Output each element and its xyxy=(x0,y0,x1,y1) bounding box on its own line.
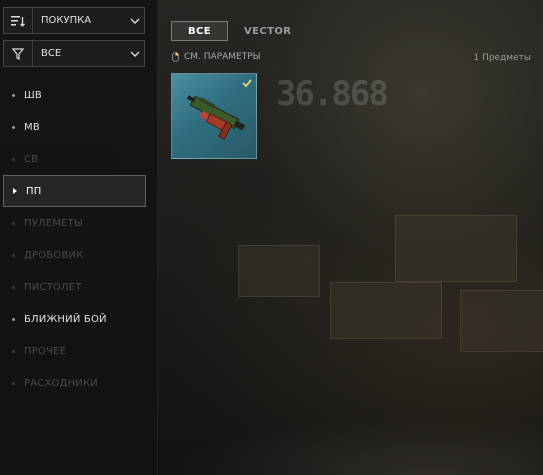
category-label: МВ xyxy=(24,121,40,133)
category-label: РАСХОДНИКИ xyxy=(24,377,98,389)
category-sidebar: ПОКУПКА ВСЕ ШВ МВ СВ ПП ПУЛЕМЕТЫ ДРОБОВИ… xyxy=(0,0,158,475)
category-item-shotgun: ДРОБОВИК xyxy=(3,239,146,271)
tab-all[interactable]: ВСЕ xyxy=(171,21,228,41)
background-crate xyxy=(460,290,543,352)
play-arrow-icon xyxy=(13,188,17,194)
view-params-label: СМ. ПАРАМЕТРЫ xyxy=(184,52,261,62)
background-crate xyxy=(330,282,442,339)
category-item-assault: СВ xyxy=(3,143,146,175)
category-item-consumables: РАСХОДНИКИ xyxy=(3,367,146,399)
chevron-down-icon xyxy=(126,18,144,24)
category-label: БЛИЖНИЙ БОЙ xyxy=(24,313,107,325)
chevron-down-icon xyxy=(126,51,144,57)
mouse-icon xyxy=(172,52,179,62)
bullet-dot-icon xyxy=(12,157,15,161)
category-item-melee[interactable]: БЛИЖНИЙ БОЙ xyxy=(3,303,146,335)
tab-vector[interactable]: VECTOR xyxy=(228,21,307,41)
bullet-dot-icon xyxy=(12,253,15,257)
category-item-marksman[interactable]: МВ xyxy=(3,111,146,143)
bullet-dot-icon xyxy=(12,93,15,97)
background-crate xyxy=(395,215,517,282)
filter-funnel-icon xyxy=(4,41,33,66)
purchase-dropdown[interactable]: ПОКУПКА xyxy=(3,7,145,34)
bullet-dot-icon xyxy=(12,317,15,321)
background-crate xyxy=(238,245,320,297)
category-label: СВ xyxy=(24,153,39,165)
background-rubble xyxy=(160,415,543,475)
category-label: ПИСТОЛЕТ xyxy=(24,281,82,293)
category-item-smg[interactable]: ПП xyxy=(3,175,146,207)
item-card-vector[interactable] xyxy=(171,73,257,159)
bullet-dot-icon xyxy=(12,381,15,385)
category-item-pistol: ПИСТОЛЕТ xyxy=(3,271,146,303)
filter-dropdown-label: ВСЕ xyxy=(41,48,62,59)
bullet-dot-icon xyxy=(12,285,15,289)
view-params-link[interactable]: СМ. ПАРАМЕТРЫ xyxy=(172,52,261,62)
filter-dropdown[interactable]: ВСЕ xyxy=(3,40,145,67)
category-label: ШВ xyxy=(24,89,42,101)
category-item-sniper[interactable]: ШВ xyxy=(3,79,146,111)
category-item-other: ПРОЧЕЕ xyxy=(3,335,146,367)
category-label: ПУЛЕМЕТЫ xyxy=(24,217,83,229)
category-label: ДРОБОВИК xyxy=(24,249,84,261)
purchase-dropdown-label: ПОКУПКА xyxy=(41,15,92,26)
category-label: ПРОЧЕЕ xyxy=(24,345,67,357)
weapon-tabs: ВСЕ VECTOR xyxy=(171,21,307,41)
sort-lines-icon xyxy=(4,8,33,33)
category-item-machine-guns: ПУЛЕМЕТЫ xyxy=(3,207,146,239)
background-number: 36.868 xyxy=(276,74,389,114)
bullet-dot-icon xyxy=(12,349,15,353)
checkmark-icon xyxy=(242,79,252,88)
bullet-dot-icon xyxy=(12,221,15,225)
bullet-dot-icon xyxy=(12,125,15,129)
category-label: ПП xyxy=(26,185,42,197)
vector-smg-icon xyxy=(186,95,246,140)
category-list: ШВ МВ СВ ПП ПУЛЕМЕТЫ ДРОБОВИК ПИСТОЛЕТ Б… xyxy=(3,79,146,399)
item-count: 1 Предметы xyxy=(473,53,531,63)
